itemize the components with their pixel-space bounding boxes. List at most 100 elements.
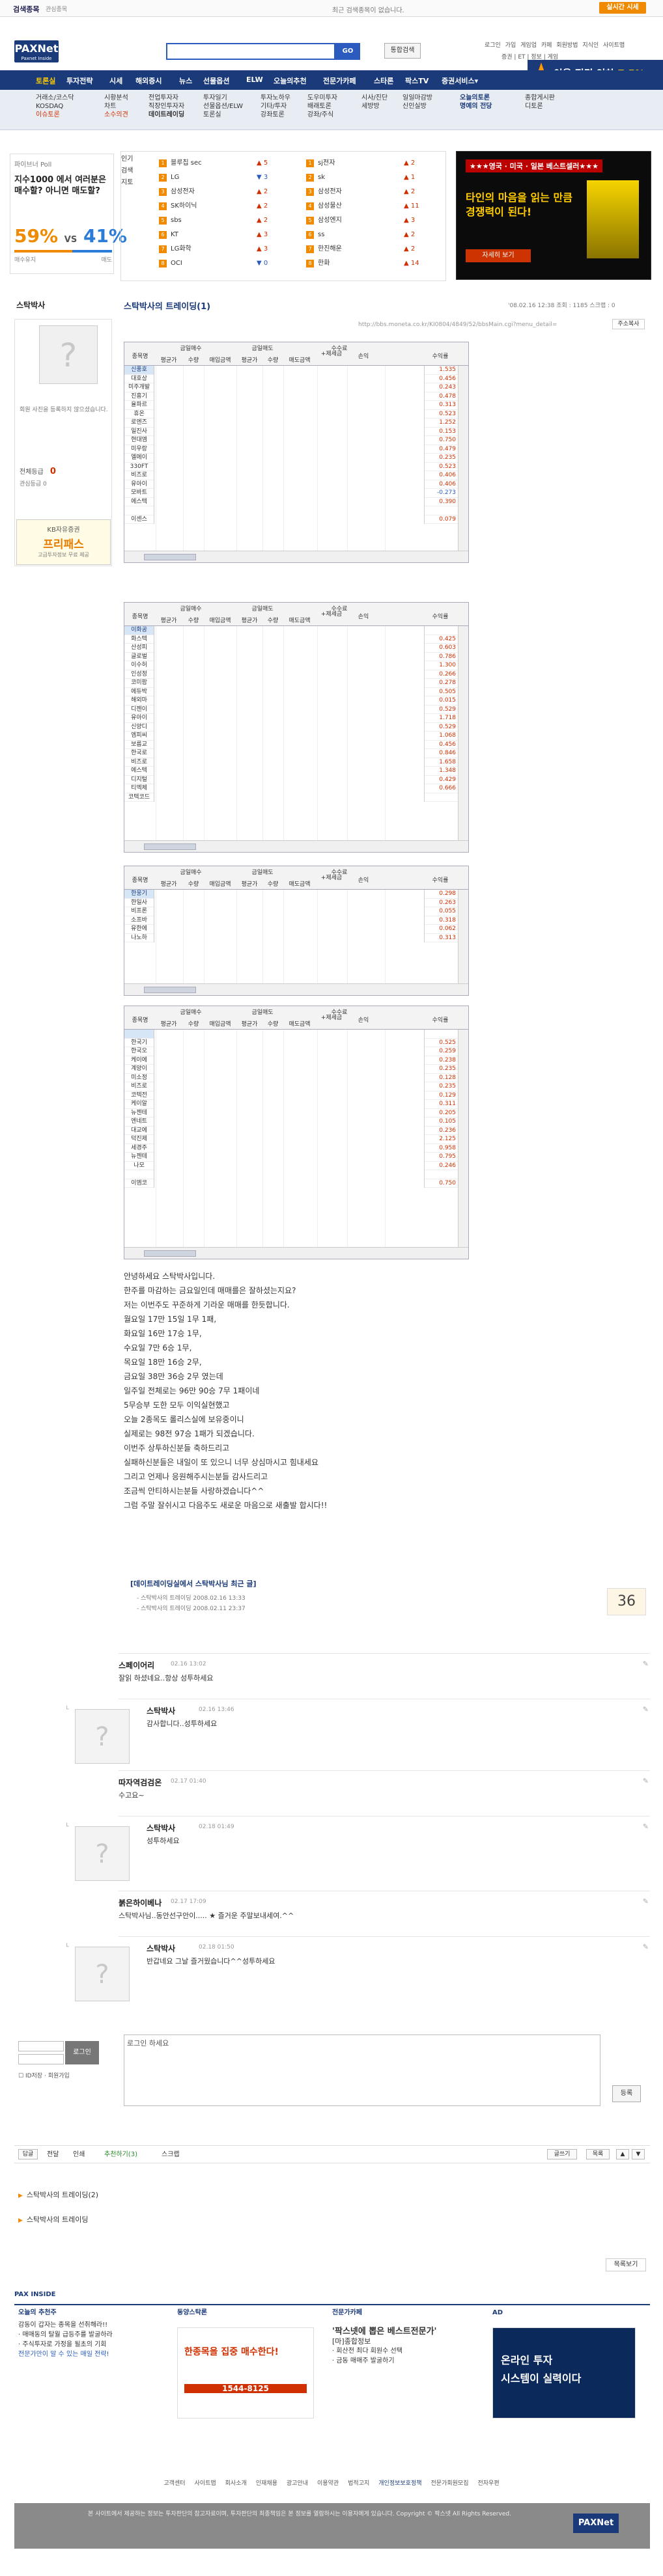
subnav-link[interactable]: 세방방	[361, 102, 388, 111]
prev-arrow-icon[interactable]: ▲	[616, 2149, 629, 2159]
footer-link[interactable]: 고객센터	[163, 2480, 185, 2487]
rank-item[interactable]: 2 sk ▲ 1	[306, 171, 430, 185]
util-link[interactable]: 증권	[501, 54, 513, 61]
util-link[interactable]: 로그인	[485, 42, 501, 49]
print-button[interactable]: 인쇄	[73, 2148, 85, 2158]
stock-code-cell[interactable]: 코텍전	[124, 1091, 154, 1100]
subnav-link[interactable]: 시황분석	[104, 94, 128, 102]
stock-code-cell[interactable]: 디지털	[124, 776, 154, 784]
rank-item[interactable]: 2 LG ▼ 3	[159, 171, 283, 185]
paxnet-logo[interactable]: PAXNet Paxnet Inside	[14, 40, 59, 62]
inside-text[interactable]: '팍스넷에 뽑은 베스트전문가'	[332, 2327, 475, 2336]
horizontal-scrollbar[interactable]	[124, 551, 468, 562]
subnav-link[interactable]: 디토론	[525, 102, 555, 111]
delete-comment-icon[interactable]: ✎	[643, 1897, 649, 1906]
comment-input[interactable]: 로그인 하세요	[124, 2035, 600, 2106]
vertical-scrollbar[interactable]	[458, 1030, 468, 1247]
nav-global[interactable]: 해외증시	[135, 75, 162, 86]
scrollbar-thumb[interactable]	[144, 554, 196, 560]
stock-code-cell[interactable]: 코텍코드	[124, 793, 154, 802]
footer-link[interactable]: 개인정보보호정책	[378, 2480, 421, 2487]
stock-code-cell[interactable]: 계양이	[124, 1065, 154, 1074]
delete-comment-icon[interactable]: ✎	[643, 1777, 649, 1785]
stock-code-cell[interactable]: 330FT	[124, 463, 154, 471]
stock-code-cell[interactable]: 뉴젠테	[124, 1109, 154, 1117]
nav-discussion[interactable]: 토론실	[36, 75, 55, 86]
subnav-link[interactable]: 배래토론	[307, 102, 337, 111]
delete-comment-icon[interactable]: ✎	[643, 1943, 649, 1951]
stock-code-cell[interactable]: 산성피	[124, 644, 154, 653]
subnav-link[interactable]: 투자일기	[203, 94, 243, 102]
inside-col-title[interactable]: 동양스탁론	[177, 2308, 314, 2318]
rank-item[interactable]: 8 OCI ▼ 0	[159, 256, 283, 271]
subnav-link[interactable]: 직장인투자자	[148, 102, 184, 111]
subnav-link[interactable]: 시사/진단	[361, 94, 388, 102]
stock-code-cell[interactable]: 미소정	[124, 1074, 154, 1082]
stock-code-cell[interactable]	[124, 1030, 154, 1039]
nav-services[interactable]: 증권서비스▾	[442, 75, 478, 86]
horizontal-scrollbar[interactable]	[124, 840, 468, 852]
stock-code-cell[interactable]: 덕진제	[124, 1135, 154, 1144]
subnav-link[interactable]: 도우미투자	[307, 94, 337, 102]
subnav-link[interactable]: 거래소/코스닥	[36, 94, 74, 102]
vertical-scrollbar[interactable]	[458, 626, 468, 840]
stock-code-cell[interactable]: 엠피씨	[124, 732, 154, 741]
scrap-button[interactable]: 스크랩	[162, 2148, 180, 2158]
footer-link[interactable]: 인재채용	[256, 2480, 277, 2487]
stock-code-cell[interactable]: 엔네트	[124, 1117, 154, 1127]
inside-col-title[interactable]: 오늘의 추천주	[18, 2308, 162, 2318]
related-post-link[interactable]: - 스탁박사의 트레이딩 2008.02.16 13:33	[137, 1593, 246, 1602]
subnav-link[interactable]: KOSDAQ	[36, 102, 74, 111]
rank-item[interactable]: 1 sj전자 ▲ 2	[306, 156, 430, 171]
stock-code-cell[interactable]: 비프론	[124, 907, 154, 916]
recommend-count-button[interactable]: 36	[607, 1588, 646, 1615]
stock-code-cell[interactable]: 보름교	[124, 741, 154, 749]
list-view-button[interactable]: 목록보기	[606, 2258, 646, 2271]
rank-item[interactable]: 3 삼성전자 ▲ 2	[306, 185, 430, 199]
profile-name[interactable]: 스탁박사	[16, 299, 45, 310]
subnav-link[interactable]: 명예의 전당	[460, 102, 492, 111]
rank-item[interactable]: 3 삼성전자 ▲ 2	[159, 185, 283, 199]
footer-link[interactable]: 전문가회원모집	[431, 2480, 469, 2487]
rank-tab-index[interactable]: 지토	[121, 177, 141, 189]
stock-code-cell[interactable]: 케이알	[124, 1100, 154, 1109]
rank-item[interactable]: 6 ss ▲ 2	[306, 228, 430, 242]
vertical-scrollbar[interactable]	[458, 366, 468, 551]
rank-item[interactable]: 5 sbs ▲ 2	[159, 213, 283, 228]
reply-button[interactable]: 답글	[18, 2149, 38, 2159]
nav-strategy[interactable]: 투자전략	[66, 75, 92, 86]
nav-recommend[interactable]: 오늘의추천	[274, 75, 307, 86]
nav-expert-cafe[interactable]: 전문가카페	[323, 75, 356, 86]
nav-paxtv[interactable]: 팍스TV	[405, 75, 429, 86]
horizontal-scrollbar[interactable]	[124, 1247, 468, 1259]
inside-col-title[interactable]: 전문가카페	[332, 2308, 475, 2318]
commenter-name[interactable]: 스탁박사	[147, 1705, 175, 1716]
rank-item[interactable]: 7 한진해운 ▲ 2	[306, 242, 430, 256]
stock-code-cell[interactable]: 에듀박	[124, 688, 154, 696]
footer-link[interactable]: 광고안내	[287, 2480, 308, 2487]
stock-code-cell[interactable]: 코미팜	[124, 679, 154, 688]
stock-code-cell[interactable]: 이센스	[124, 515, 154, 524]
stock-code-cell[interactable]: 디젠이	[124, 706, 154, 714]
rank-item[interactable]: 7 LG화학 ▲ 3	[159, 242, 283, 256]
nav-elw[interactable]: ELW	[246, 75, 263, 84]
stock-code-cell[interactable]: 현대엠	[124, 436, 154, 445]
util-link[interactable]: 가입	[505, 42, 516, 49]
scrollbar-thumb[interactable]	[144, 987, 196, 993]
stock-code-cell[interactable]	[124, 1170, 154, 1179]
subnav-link[interactable]: 이슈토론	[36, 111, 74, 119]
kb-freepass-ad[interactable]: KB자유증권 프리패스 고급투자정보 무료 제공	[16, 519, 111, 565]
stock-code-cell[interactable]: 에스텍	[124, 498, 154, 506]
commenter-name[interactable]: 스페이어리	[119, 1660, 154, 1671]
delete-comment-icon[interactable]: ✎	[643, 1822, 649, 1831]
subnav-link[interactable]: 강좌토론	[261, 111, 290, 119]
rank-item[interactable]: 6 KT ▲ 3	[159, 228, 283, 242]
stock-code-cell[interactable]: 로엔즈	[124, 418, 154, 428]
related-post-link[interactable]: - 스탁박사의 트레이딩 2008.02.11 23:37	[137, 1604, 246, 1612]
stock-code-cell[interactable]: 유한에	[124, 925, 154, 934]
util-link[interactable]: 지식인	[582, 42, 599, 49]
stock-code-cell[interactable]: 글로벌	[124, 653, 154, 661]
comment-submit-button[interactable]: 등록	[612, 2085, 641, 2102]
rank-item[interactable]: 1 블루칩 sec ▲ 5	[159, 156, 283, 171]
commenter-name[interactable]: 따자역검검온	[119, 1777, 162, 1788]
